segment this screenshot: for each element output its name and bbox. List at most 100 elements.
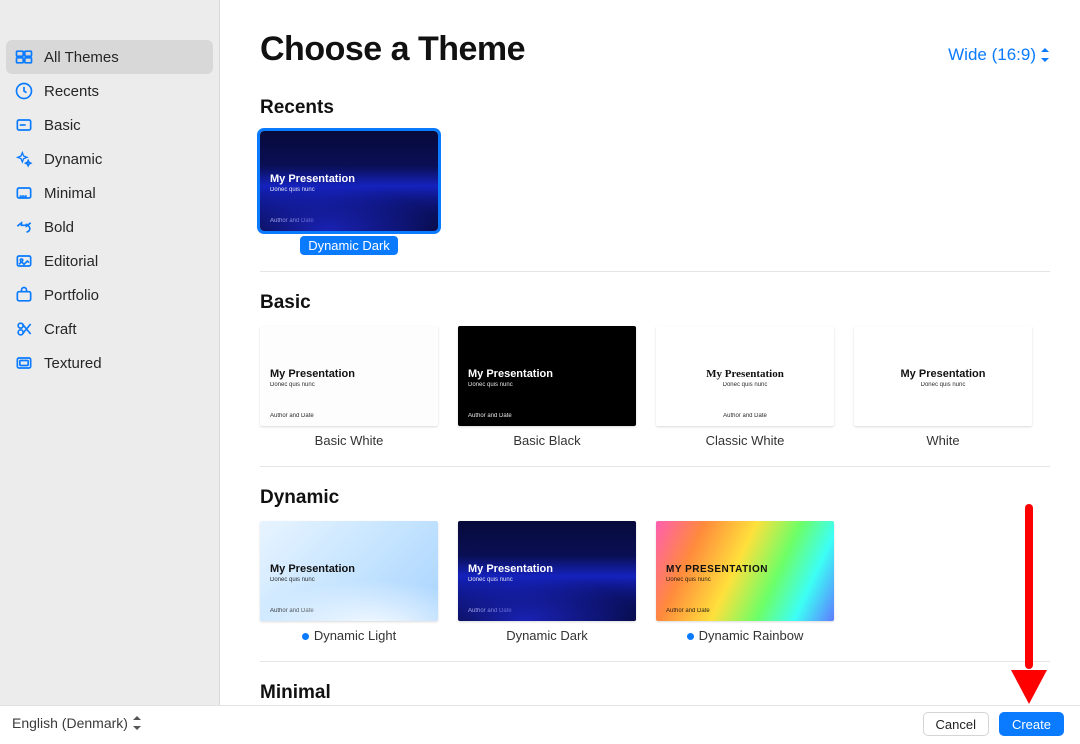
language-label: English (Denmark) xyxy=(12,715,128,731)
theme-label: Dynamic Dark xyxy=(458,628,636,643)
section-minimal: Minimal xyxy=(260,682,1050,705)
theme-dynamic-dark-recent[interactable]: My Presentation Donec quis nunc Author a… xyxy=(260,131,438,253)
theme-label: Dynamic Rainbow xyxy=(656,628,834,643)
section-recents: Recents My Presentation Donec quis nunc … xyxy=(260,97,1050,272)
thumb-title: MY PRESENTATION xyxy=(666,564,824,575)
theme-thumbnail: My Presentation Donec quis nunc Author and… xyxy=(458,521,636,621)
theme-thumbnail: My Presentation Donec quis nunc Author and… xyxy=(260,326,438,426)
minimal-icon xyxy=(14,183,34,203)
sidebar-item-label: All Themes xyxy=(44,49,119,66)
sidebar-item-label: Textured xyxy=(44,355,102,372)
thumb-subtitle: Donec quis nunc xyxy=(270,187,428,193)
aspect-ratio-label: Wide (16:9) xyxy=(948,45,1036,65)
thumb-footer: Author and Date xyxy=(468,608,512,614)
thumb-subtitle: Donec quis nunc xyxy=(864,382,1022,388)
theme-classic-white[interactable]: My Presentation Donec quis nunc Author and… xyxy=(656,326,834,448)
theme-label: Classic White xyxy=(656,433,834,448)
sidebar-item-minimal[interactable]: Minimal xyxy=(6,176,213,210)
footer-bar: English (Denmark) Cancel Create xyxy=(0,705,1080,744)
theme-label: Dynamic Dark xyxy=(260,238,438,253)
motion-dot-icon xyxy=(687,633,694,640)
thumb-subtitle: Donec quis nunc xyxy=(666,577,824,583)
create-button[interactable]: Create xyxy=(999,712,1064,736)
sidebar-item-label: Basic xyxy=(44,117,81,134)
theme-thumbnail: MY PRESENTATION Donec quis nunc Author and… xyxy=(656,521,834,621)
motion-dot-icon xyxy=(302,633,309,640)
recents-icon xyxy=(14,81,34,101)
page-title: Choose a Theme xyxy=(260,30,525,69)
thumb-subtitle: Donec quis nunc xyxy=(270,382,428,388)
theme-basic-white[interactable]: My Presentation Donec quis nunc Author and… xyxy=(260,326,438,448)
section-title: Basic xyxy=(260,292,1050,314)
sidebar: All Themes Recents Basic Dynamic Minimal… xyxy=(0,0,220,705)
textured-icon xyxy=(14,353,34,373)
theme-label: Dynamic Light xyxy=(260,628,438,643)
theme-thumbnail: My Presentation Donec quis nunc Author and… xyxy=(656,326,834,426)
sidebar-item-craft[interactable]: Craft xyxy=(6,312,213,346)
theme-thumbnail: My Presentation Donec quis nunc Author and… xyxy=(260,521,438,621)
sidebar-item-label: Recents xyxy=(44,83,99,100)
language-selector[interactable]: English (Denmark) xyxy=(12,715,142,731)
basic-icon xyxy=(14,115,34,135)
sidebar-item-label: Dynamic xyxy=(44,151,102,168)
bold-icon xyxy=(14,217,34,237)
sidebar-item-label: Bold xyxy=(44,219,74,236)
theme-label: Basic White xyxy=(260,433,438,448)
thumb-footer: Author and Date xyxy=(270,413,314,419)
section-dynamic: Dynamic My Presentation Donec quis nunc Au… xyxy=(260,487,1050,662)
theme-white[interactable]: My Presentation Donec quis nunc White xyxy=(854,326,1032,448)
section-basic: Basic My Presentation Donec quis nunc Auth… xyxy=(260,292,1050,467)
thumb-title: My Presentation xyxy=(270,173,428,185)
aspect-ratio-selector[interactable]: Wide (16:9) xyxy=(948,45,1050,65)
section-title: Recents xyxy=(260,97,1050,119)
thumb-footer: Author and Date xyxy=(666,608,710,614)
sidebar-item-all-themes[interactable]: All Themes xyxy=(6,40,213,74)
sidebar-item-label: Portfolio xyxy=(44,287,99,304)
all-themes-icon xyxy=(14,47,34,67)
thumb-title: My Presentation xyxy=(864,368,1022,380)
updown-icon xyxy=(132,716,142,730)
thumb-title: My Presentation xyxy=(270,563,428,575)
thumb-title: My Presentation xyxy=(666,368,824,380)
main-content[interactable]: Choose a Theme Wide (16:9) Recents My Pr… xyxy=(220,0,1080,705)
thumb-subtitle: Donec quis nunc xyxy=(666,382,824,388)
dynamic-icon xyxy=(14,149,34,169)
sidebar-item-recents[interactable]: Recents xyxy=(6,74,213,108)
thumb-footer: Author and Date xyxy=(656,413,834,419)
theme-thumbnail: My Presentation Donec quis nunc Author and… xyxy=(458,326,636,426)
sidebar-item-label: Craft xyxy=(44,321,77,338)
thumb-subtitle: Donec quis nunc xyxy=(270,577,428,583)
theme-basic-black[interactable]: My Presentation Donec quis nunc Author and… xyxy=(458,326,636,448)
thumb-title: My Presentation xyxy=(468,368,626,380)
sidebar-item-textured[interactable]: Textured xyxy=(6,346,213,380)
section-title: Minimal xyxy=(260,682,1050,704)
sidebar-item-editorial[interactable]: Editorial xyxy=(6,244,213,278)
sidebar-item-label: Minimal xyxy=(44,185,96,202)
button-label: Create xyxy=(1012,717,1051,732)
sidebar-item-bold[interactable]: Bold xyxy=(6,210,213,244)
theme-dynamic-light[interactable]: My Presentation Donec quis nunc Author and… xyxy=(260,521,438,643)
theme-dynamic-rainbow[interactable]: MY PRESENTATION Donec quis nunc Author and… xyxy=(656,521,834,643)
editorial-icon xyxy=(14,251,34,271)
thumb-subtitle: Donec quis nunc xyxy=(468,382,626,388)
sidebar-item-label: Editorial xyxy=(44,253,98,270)
sidebar-item-dynamic[interactable]: Dynamic xyxy=(6,142,213,176)
thumb-footer: Author and Date xyxy=(270,218,314,224)
thumb-footer: Author and Date xyxy=(270,608,314,614)
sidebar-item-basic[interactable]: Basic xyxy=(6,108,213,142)
theme-label: White xyxy=(854,433,1032,448)
thumb-title: My Presentation xyxy=(468,563,626,575)
craft-icon xyxy=(14,319,34,339)
section-title: Dynamic xyxy=(260,487,1050,509)
theme-thumbnail: My Presentation Donec quis nunc xyxy=(854,326,1032,426)
thumb-subtitle: Donec quis nunc xyxy=(468,577,626,583)
cancel-button[interactable]: Cancel xyxy=(923,712,989,736)
theme-dynamic-dark[interactable]: My Presentation Donec quis nunc Author and… xyxy=(458,521,636,643)
portfolio-icon xyxy=(14,285,34,305)
theme-label: Basic Black xyxy=(458,433,636,448)
thumb-footer: Author and Date xyxy=(468,413,512,419)
theme-thumbnail: My Presentation Donec quis nunc Author a… xyxy=(260,131,438,231)
thumb-title: My Presentation xyxy=(270,368,428,380)
sidebar-item-portfolio[interactable]: Portfolio xyxy=(6,278,213,312)
updown-icon xyxy=(1040,48,1050,62)
